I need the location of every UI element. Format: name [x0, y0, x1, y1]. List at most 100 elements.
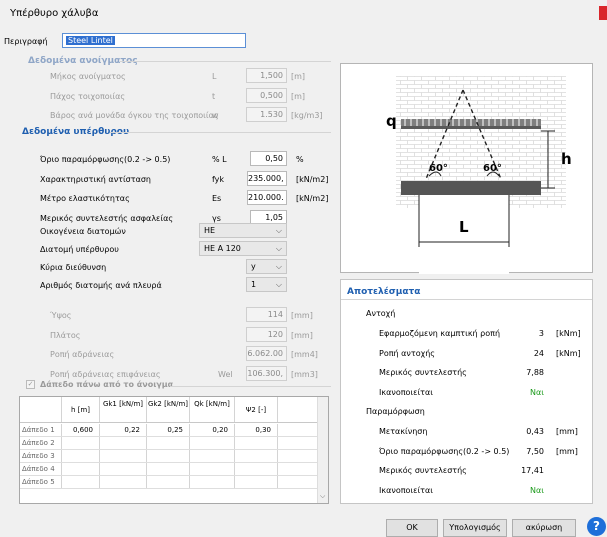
opening-symbol: L [212, 72, 217, 81]
table-cell[interactable] [235, 476, 278, 488]
table-cell[interactable] [147, 463, 190, 475]
row-header: Δάπεδο 1 [20, 424, 62, 436]
result-label: Μερικός συντελεστής [379, 368, 467, 377]
property-value-field: 120 [246, 326, 287, 342]
opening-value-field[interactable]: 1,500 [246, 68, 287, 83]
table-cell[interactable] [100, 437, 147, 449]
table-cell[interactable] [190, 437, 235, 449]
result-value: 7,50 [526, 446, 544, 456]
row-header: Δάπεδο 2 [20, 437, 62, 449]
opening-value-field[interactable]: 1.530 [246, 107, 287, 122]
table-cell[interactable] [190, 463, 235, 475]
table-cell[interactable] [147, 437, 190, 449]
table-cell[interactable] [235, 450, 278, 462]
table-row[interactable]: Δάπεδο 4 [20, 463, 318, 476]
table-cell[interactable]: 0,600 [62, 424, 100, 436]
h-label: h [561, 150, 572, 168]
result-unit: [kNm] [556, 348, 581, 358]
section-label: Διατομή υπέρθυρου [40, 245, 119, 254]
table-cell[interactable]: 0,30 [235, 424, 278, 436]
result-label: Μετακίνηση [379, 427, 428, 436]
table-row[interactable]: Δάπεδο 1 0,600 0,22 0,25 0,20 0,30 [20, 424, 318, 437]
table-row[interactable]: Δάπεδο 5 [20, 476, 318, 489]
property-unit: [mm4] [291, 350, 318, 359]
description-value: Steel Lintel [66, 36, 115, 45]
table-cell[interactable]: 0,20 [190, 424, 235, 436]
floors-table[interactable]: h [m] Gk1 [kN/m] Gk2 [kN/m] Qk [kN/m] Ψ2 [-]… [19, 396, 329, 504]
section-value: HE A 120 [204, 244, 241, 253]
result-value: 17,41 [521, 466, 544, 475]
ok-button[interactable]: OK [386, 519, 438, 537]
opening-symbol: w [212, 111, 219, 120]
property-label: Ύψος [50, 311, 72, 320]
description-input[interactable]: Steel Lintel [62, 33, 246, 48]
family-select[interactable]: HE ⌵ [199, 223, 287, 238]
lintel-label: Μερικός συντελεστής ασφαλείας [40, 213, 174, 223]
lintel-unit: [kN/m2] [296, 194, 329, 203]
axis-value: y [251, 262, 256, 271]
lintel-unit: [kN/m2] [296, 174, 329, 184]
table-cell[interactable] [62, 437, 100, 449]
opening-label: Πάχος τοιχοποιίας [50, 91, 126, 101]
results-panel: Αποτελέσματα Αντοχή Εφαρμοζόμενη καμπτικ… [340, 279, 593, 504]
axis-select[interactable]: y ⌵ [246, 259, 287, 274]
property-label: Ροπή αδράνειας επιφάνειας [50, 369, 161, 379]
result-unit: [mm] [556, 446, 578, 456]
family-value: HE [204, 226, 216, 235]
chevron-down-icon: ⌵ [275, 280, 282, 289]
section-select[interactable]: HE A 120 ⌵ [199, 241, 287, 256]
column-header: Gk2 [kN/m] [147, 397, 190, 422]
table-header: h [m] Gk1 [kN/m] Gk2 [kN/m] Qk [kN/m] Ψ2 [-] [20, 397, 318, 423]
lintel-divider [110, 132, 331, 133]
angle-left-label: 60° [429, 163, 448, 174]
table-cell[interactable] [190, 450, 235, 462]
chevron-down-icon: ⌵ [320, 492, 326, 500]
table-cell[interactable] [100, 476, 147, 488]
table-cell[interactable] [100, 450, 147, 462]
lintel-label: Χαρακτηριστική αντίσταση [40, 174, 151, 184]
count-select[interactable]: 1 ⌵ [246, 277, 287, 292]
opening-label: Μήκος ανοίγματος [50, 72, 126, 81]
description-label: Περιγραφή [4, 37, 48, 46]
lintel-value-field[interactable]: 0,50 [250, 151, 287, 166]
table-row[interactable]: Δάπεδο 2 [20, 437, 318, 450]
lintel-symbol: % L [212, 155, 227, 164]
table-cell[interactable] [235, 437, 278, 449]
angle-right-label: 60° [483, 163, 502, 174]
table-cell[interactable]: 0,22 [100, 424, 147, 436]
table-cell[interactable] [147, 476, 190, 488]
table-cell[interactable] [62, 450, 100, 462]
opening-divider [120, 61, 331, 62]
lintel-value-field[interactable]: 210.000. [247, 190, 287, 205]
table-cell[interactable] [62, 476, 100, 488]
result-value: Ναι [530, 485, 544, 495]
lintel-unit: % [296, 155, 304, 164]
table-row[interactable]: Δάπεδο 3 [20, 450, 318, 463]
property-label: Ροπή αδράνειας [50, 350, 115, 359]
result-value: 24 [533, 348, 544, 358]
table-cell[interactable]: 0,25 [147, 424, 190, 436]
chevron-down-icon: ⌵ [275, 226, 282, 235]
row-header: Δάπεδο 3 [20, 450, 62, 462]
table-cell[interactable] [235, 463, 278, 475]
count-value: 1 [251, 280, 257, 289]
close-button[interactable] [599, 6, 607, 20]
result-label: Μερικός συντελεστής [379, 466, 467, 475]
result-label: Εφαρμοζόμενη καμπτική ροπή [379, 329, 501, 338]
table-cell[interactable] [147, 450, 190, 462]
table-cell[interactable] [62, 463, 100, 475]
help-icon[interactable]: ? [587, 517, 606, 536]
lintel-symbol: Es [212, 194, 222, 203]
table-cell[interactable] [190, 476, 235, 488]
lintel-value-field[interactable]: 235.000, [247, 170, 287, 186]
lintel-diagram: q 60° 60° h L [340, 63, 593, 274]
table-scrollbar[interactable]: ⌵ [317, 397, 328, 503]
opening-value-field[interactable]: 0,500 [246, 87, 287, 103]
family-label: Οικογένεια διατομών [40, 227, 126, 236]
cancel-button[interactable]: ακύρωση [512, 519, 576, 537]
floor-checkbox[interactable]: ✓ [26, 380, 35, 389]
table-cell[interactable] [100, 463, 147, 475]
calculate-button[interactable]: Υπολογισμός [443, 519, 507, 537]
property-symbol: Wel [218, 369, 233, 379]
result-unit: [mm] [556, 427, 578, 436]
